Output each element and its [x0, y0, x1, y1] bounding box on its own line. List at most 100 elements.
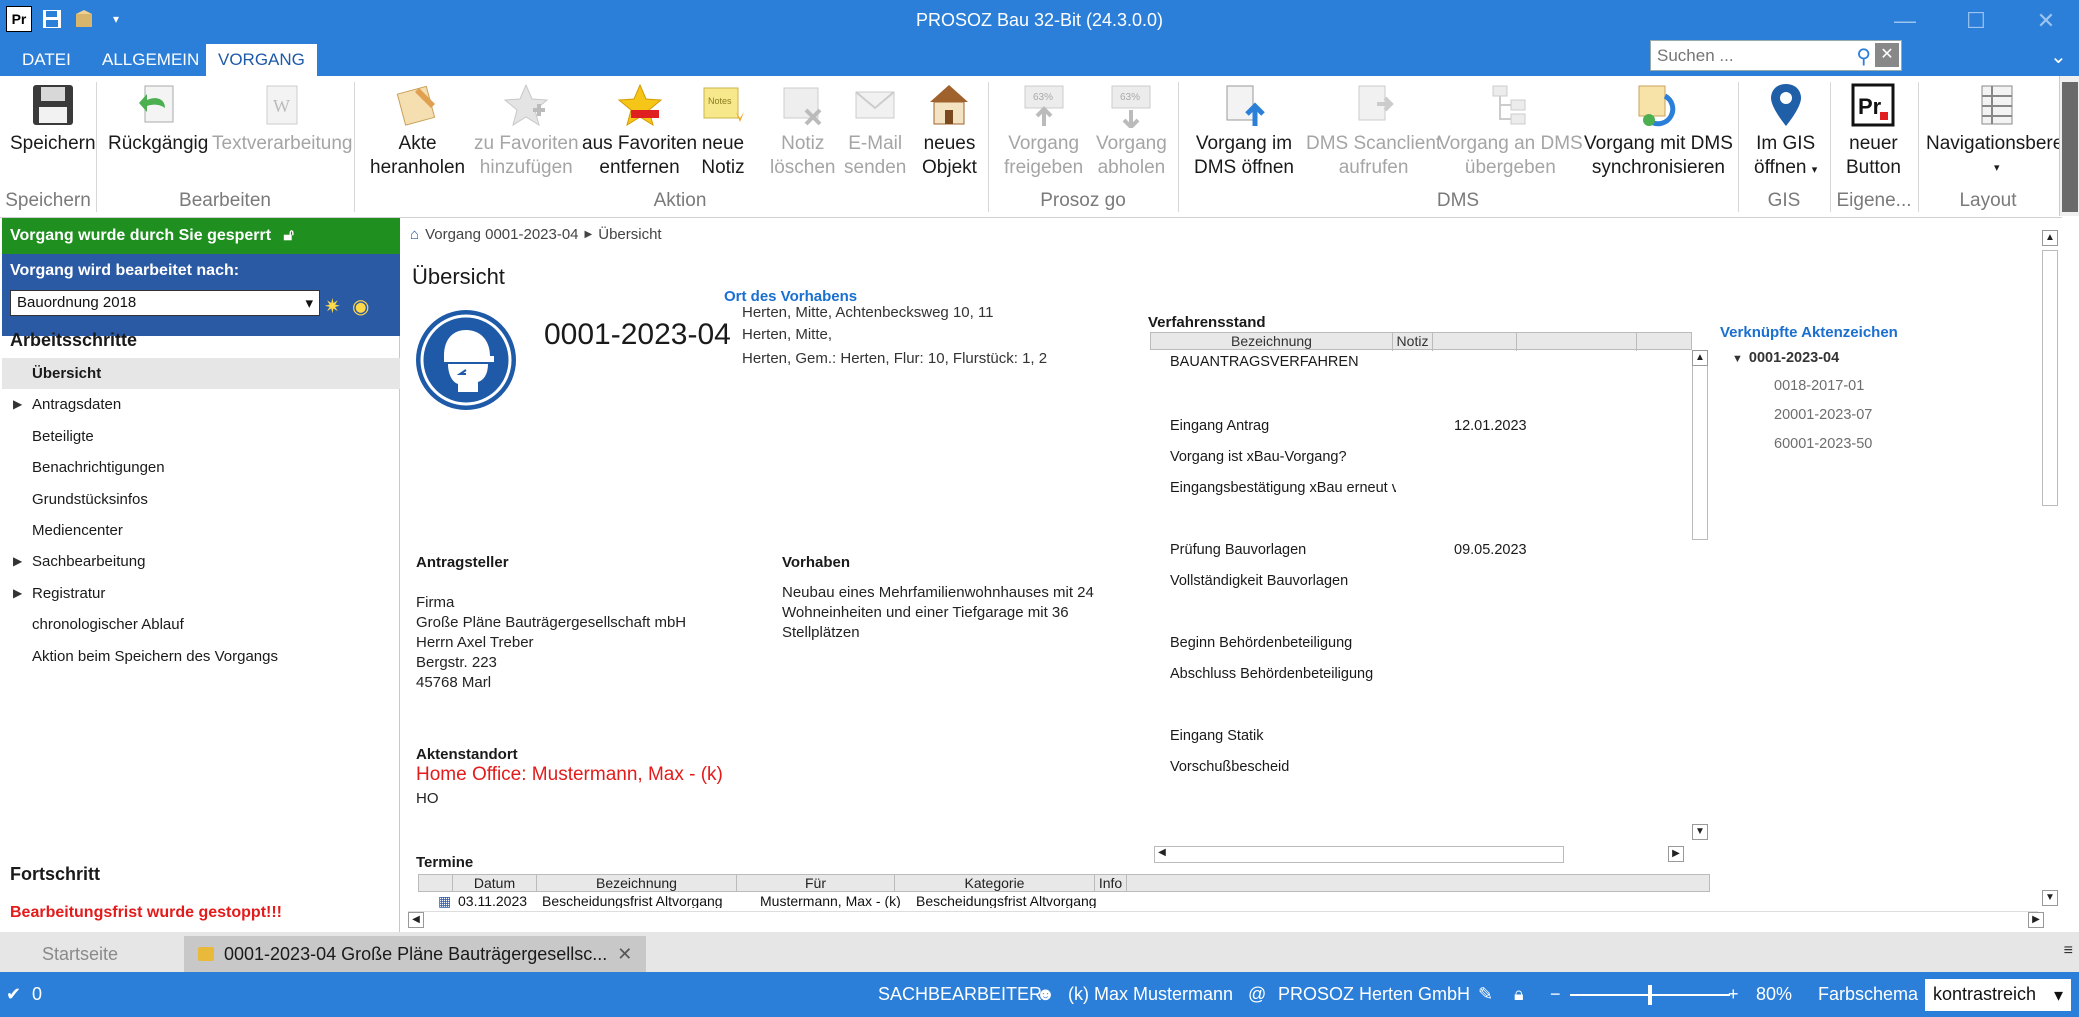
scrollbar-thumb[interactable] — [2042, 250, 2058, 506]
col-empty[interactable] — [1517, 333, 1637, 351]
scroll-right-icon[interactable]: ▶ — [1668, 846, 1684, 862]
akte-heranholen-button[interactable]: Akte heranholen — [370, 82, 465, 180]
verfahren-row-label[interactable]: Prüfung Bauvorlagen — [1170, 542, 1306, 558]
nav-item-chronologischer-ablauf[interactable]: chronologischer Ablauf — [2, 609, 400, 640]
linked-item[interactable]: 20001-2023-07 — [1774, 407, 1872, 423]
verfahren-row-label[interactable]: BAUANTRAGSVERFAHREN — [1170, 354, 1359, 370]
tab-vorgang[interactable]: VORGANG — [206, 44, 317, 76]
collapse-arrow-icon[interactable]: ▼ — [1732, 353, 1743, 365]
edit-rule-select[interactable]: Bauordnung 2018 ▾ — [10, 290, 320, 316]
verfahren-inner-vscrollbar[interactable]: ▲ — [1692, 350, 1708, 540]
textverarbeitung-button[interactable]: W Textverarbeitung — [212, 82, 352, 156]
new-note-button[interactable]: Notes neue Notiz — [700, 82, 746, 180]
breadcrumb-case[interactable]: Vorgang 0001-2023-04 — [425, 226, 578, 243]
nav-item-antragsdaten[interactable]: ▶ Antragsdaten — [2, 389, 400, 420]
dms-scanclient-button[interactable]: DMS Scanclient aufrufen — [1306, 82, 1441, 180]
zoom-in-icon[interactable]: + — [1728, 984, 1739, 1005]
scroll-left-icon[interactable]: ◀ — [408, 912, 424, 928]
search-icon[interactable]: ⚲ — [1856, 44, 1871, 69]
nav-item-uebersicht[interactable]: Übersicht — [2, 358, 400, 390]
tab-list-icon[interactable]: ≡ — [2064, 942, 2073, 960]
expand-arrow-icon[interactable]: ▶ — [13, 389, 22, 420]
vorgang-abholen-button[interactable]: 63% Vorgang abholen — [1096, 82, 1167, 180]
verfahren-row-label[interactable]: Eingangsbestätigung xBau erneut ve — [1170, 480, 1396, 496]
farbschema-select[interactable]: kontrastreich ▾ — [1925, 979, 2071, 1011]
col-kategorie[interactable]: Kategorie — [895, 875, 1095, 892]
col-fuer[interactable]: Für — [737, 875, 895, 892]
tab-allgemein[interactable]: ALLGEMEIN — [90, 44, 211, 76]
nav-item-mediencenter[interactable]: Mediencenter — [2, 515, 400, 546]
col-bezeichnung[interactable]: Bezeichnung — [1151, 333, 1393, 351]
content-vscrollbar[interactable]: ▲ ▼ — [2042, 230, 2060, 906]
linked-root[interactable]: ▼ 0001-2023-04 — [1732, 350, 1839, 366]
globe-search-icon[interactable]: ◉ — [352, 294, 369, 319]
col-bezeichnung[interactable]: Bezeichnung — [537, 875, 737, 892]
scroll-up-icon[interactable]: ▲ — [2042, 230, 2058, 246]
magic-wand-icon[interactable]: ✷ — [324, 294, 341, 319]
scroll-down-icon[interactable]: ▼ — [2042, 890, 2058, 906]
verfahren-row-label[interactable]: Abschluss Behördenbeteiligung — [1170, 666, 1373, 682]
content-hscrollbar[interactable]: ◀ ▶ — [408, 911, 2044, 928]
verfahren-row-label[interactable]: Vorgang ist xBau-Vorgang? — [1170, 449, 1347, 465]
ruler-pen-icon[interactable]: ✎ — [1478, 984, 1493, 1005]
doc-tab-startseite[interactable]: Startseite — [28, 936, 132, 972]
nav-item-grundstuecksinfos[interactable]: Grundstücksinfos — [2, 484, 400, 515]
termine-row[interactable]: ▦ 03.11.2023 Bescheidungsfrist Altvorgan… — [418, 892, 1710, 908]
nav-item-beteiligte[interactable]: Beteiligte — [2, 421, 400, 452]
nav-item-aktion-speichern[interactable]: Aktion beim Speichern des Vorgangs — [2, 641, 400, 672]
verfahren-row-label[interactable]: Eingang Antrag — [1170, 418, 1269, 434]
col-empty[interactable] — [1433, 333, 1517, 351]
scroll-up-icon[interactable]: ▲ — [1692, 350, 1708, 366]
close-icon[interactable]: ✕ — [2021, 4, 2071, 38]
add-favorite-button[interactable]: zu Favoriten hinzufügen — [474, 82, 579, 180]
maximize-icon[interactable]: ☐ — [1951, 4, 2001, 38]
remove-favorite-button[interactable]: aus Favoriten entfernen — [582, 82, 697, 180]
home-icon[interactable]: ⌂ — [410, 226, 419, 243]
delete-note-button[interactable]: Notiz löschen — [770, 82, 836, 180]
scrollbar-thumb[interactable] — [2062, 82, 2078, 212]
scroll-down-icon[interactable]: ▼ — [1692, 824, 1708, 840]
doc-tab-case[interactable]: 0001-2023-04 Große Pläne Bauträgergesell… — [184, 936, 647, 972]
scroll-left-icon[interactable]: ◀ — [1154, 846, 1170, 862]
verfahren-hscrollbar[interactable]: ◀ — [1154, 846, 1564, 863]
clear-search-icon[interactable]: ✕ — [1875, 43, 1899, 67]
new-custom-button[interactable]: Pr neuer Button — [1846, 82, 1901, 180]
verfahren-row-label[interactable]: Eingang Statik — [1170, 728, 1264, 744]
nav-item-sachbearbeitung[interactable]: ▶ Sachbearbeitung — [2, 546, 400, 577]
ribbon-scrollbar[interactable] — [2059, 76, 2079, 216]
nav-item-registratur[interactable]: ▶ Registratur — [2, 578, 400, 609]
nav-item-benachrichtigungen[interactable]: Benachrichtigungen — [2, 452, 400, 483]
dms-open-button[interactable]: Vorgang im DMS öffnen — [1194, 82, 1294, 180]
gis-open-button[interactable]: Im GIS öffnen ▾ — [1754, 82, 1817, 182]
unlock-icon[interactable]: 🔓︎ — [284, 227, 294, 244]
undo-button[interactable]: Rückgängig — [108, 82, 208, 156]
ribbon-collapse-icon[interactable]: ⌄ — [2050, 44, 2067, 69]
col-info[interactable]: Info — [1095, 875, 1127, 892]
expand-arrow-icon[interactable]: ▶ — [13, 578, 22, 609]
zoom-out-icon[interactable]: − — [1550, 984, 1561, 1005]
verfahren-row-label[interactable]: Beginn Behördenbeteiligung — [1170, 635, 1352, 651]
organisation[interactable]: PROSOZ Herten GmbH — [1278, 984, 1470, 1005]
linked-item[interactable]: 0018-2017-01 — [1774, 378, 1864, 394]
tab-datei[interactable]: DATEI — [10, 44, 83, 76]
scroll-right-icon[interactable]: ▶ — [2028, 912, 2044, 928]
user-name[interactable]: (k) Max Mustermann — [1068, 984, 1233, 1005]
vorgang-freigeben-button[interactable]: 63% Vorgang freigeben — [1004, 82, 1083, 180]
zoom-slider-thumb[interactable] — [1648, 985, 1652, 1005]
linked-item[interactable]: 60001-2023-50 — [1774, 436, 1872, 452]
search-input[interactable] — [1651, 41, 1851, 70]
minimize-icon[interactable]: — — [1880, 4, 1930, 38]
col-notiz[interactable]: Notiz — [1393, 333, 1433, 351]
verfahren-row-label[interactable]: Vorschußbescheid — [1170, 759, 1289, 775]
dms-uebergeben-button[interactable]: Vorgang an DMS übergeben — [1438, 82, 1583, 180]
lock-icon[interactable]: 🔒︎ — [1514, 984, 1524, 1005]
expand-arrow-icon[interactable]: ▶ — [13, 546, 22, 577]
col-datum[interactable]: Datum — [453, 875, 537, 892]
verfahren-row-label[interactable]: Vollständigkeit Bauvorlagen — [1170, 573, 1348, 589]
save-button[interactable]: Speichern — [10, 82, 96, 156]
close-tab-icon[interactable]: ✕ — [617, 944, 632, 964]
dms-sync-button[interactable]: Vorgang mit DMS synchronisieren — [1584, 82, 1733, 180]
navigationsbereich-button[interactable]: Navigationsberei ▾ — [1926, 82, 2068, 180]
new-object-button[interactable]: neues Objekt — [922, 82, 977, 180]
email-send-button[interactable]: E-Mail senden — [844, 82, 906, 180]
